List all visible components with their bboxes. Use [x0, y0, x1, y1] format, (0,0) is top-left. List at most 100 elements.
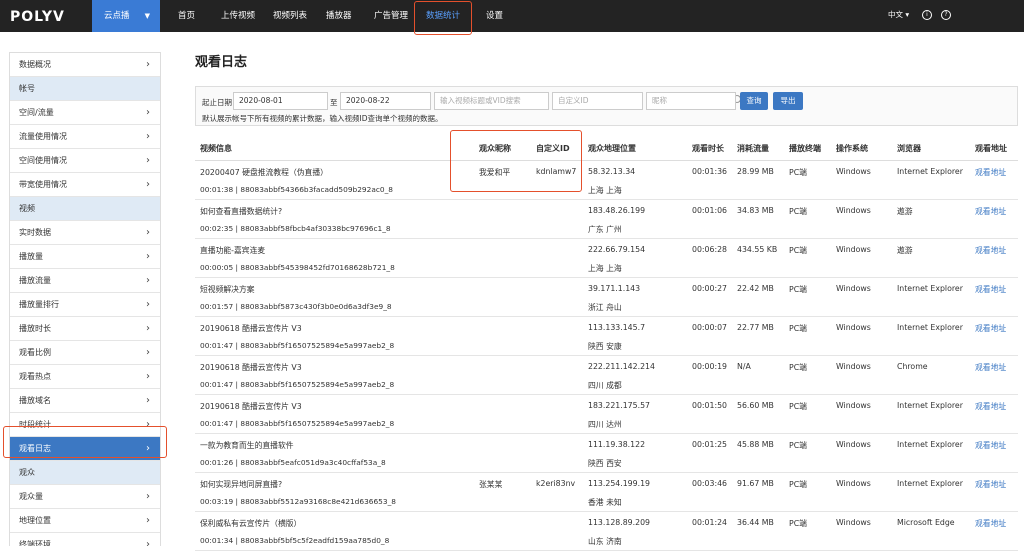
custom-id-input[interactable]: 自定义ID [552, 92, 643, 110]
sidebar-item[interactable]: 播放流量 › [10, 269, 160, 293]
table-row: 20190618 酷播云宣传片 V3 00:01:47 | 88083abbf5f… [195, 356, 1018, 395]
os: Windows [836, 245, 871, 254]
nav-player[interactable]: 播放器 [326, 0, 352, 32]
start-date-input[interactable]: 2020-08-01 [233, 92, 328, 110]
viewer-location: 陕西 西安 [588, 459, 622, 468]
watch-url-link[interactable]: 观看地址 [975, 245, 1006, 256]
col-video-info: 视频信息 [200, 144, 232, 153]
browser: 遨游 [897, 246, 913, 255]
nickname-input[interactable]: 昵称 [646, 92, 736, 110]
viewer-location: 四川 成都 [588, 381, 622, 390]
watch-duration: 00:03:46 [692, 479, 728, 488]
traffic: 434.55 KB [737, 245, 778, 254]
sidebar-item-label: 地理位置 [19, 516, 51, 525]
sidebar-item[interactable]: 地理位置 › [10, 509, 160, 533]
chevron-right-icon: › [146, 107, 150, 118]
watch-url-link[interactable]: 观看地址 [975, 167, 1006, 178]
sidebar-item[interactable]: 空间/流量 › [10, 101, 160, 125]
export-button[interactable]: 导出 [773, 92, 803, 110]
sidebar-section: 观众 [10, 461, 160, 485]
nav-home[interactable]: 首页 [178, 0, 195, 32]
date-to-label: 至 [330, 98, 338, 107]
traffic: 91.67 MB [737, 479, 774, 488]
watch-url-link[interactable]: 观看地址 [975, 284, 1006, 295]
product-switcher[interactable]: 云点播 ▼ [92, 0, 160, 32]
column-highlight-box [450, 130, 582, 192]
info-icon[interactable]: i [922, 10, 932, 20]
table-row: 一款为教育而生的直播软件 00:01:26 | 88083abbf5eafc051… [195, 434, 1018, 473]
video-meta: 00:01:57 | 88083abbf5873c430f3b0e0d6a3df… [200, 302, 392, 311]
watch-url-link[interactable]: 观看地址 [975, 440, 1006, 451]
viewer-ip: 111.19.38.122 [588, 440, 646, 449]
video-title: 如何实现异地同屏直播? [200, 480, 283, 489]
os: Windows [836, 206, 871, 215]
chevron-right-icon: › [146, 227, 150, 238]
end-date-input[interactable]: 2020-08-22 [340, 92, 431, 110]
chevron-right-icon: › [146, 251, 150, 262]
sidebar-item-label: 数据概况 [19, 60, 51, 69]
watch-duration: 00:01:36 [692, 167, 728, 176]
sidebar-item-label: 观看热点 [19, 372, 51, 381]
sidebar-item-label: 实时数据 [19, 228, 51, 237]
chevron-right-icon: › [146, 59, 150, 70]
nav-video-list[interactable]: 视频列表 [273, 0, 307, 32]
sidebar-item[interactable]: 观众量 › [10, 485, 160, 509]
sidebar-item[interactable]: 流量使用情况 › [10, 125, 160, 149]
watch-url-link[interactable]: 观看地址 [975, 518, 1006, 529]
terminal: PC端 [789, 480, 807, 489]
viewer-ip: 183.48.26.199 [588, 206, 646, 215]
video-meta: 00:01:47 | 88083abbf5f16507525894e5a997a… [200, 380, 395, 389]
browser: Internet Explorer [897, 167, 963, 176]
sidebar-item[interactable]: 观看比例 › [10, 341, 160, 365]
help-icon[interactable]: ? [941, 10, 951, 20]
chevron-right-icon: › [146, 179, 150, 190]
sidebar-item[interactable]: 数据概况 › [10, 53, 160, 77]
watch-url-link[interactable]: 观看地址 [975, 401, 1006, 412]
browser: Internet Explorer [897, 401, 963, 410]
video-title: 短视频解决方案 [200, 285, 255, 294]
query-button[interactable]: 查询 [740, 92, 768, 110]
sidebar-item-label: 播放量排行 [19, 300, 59, 309]
viewer-ip: 113.254.199.19 [588, 479, 651, 488]
watch-duration: 00:01:24 [692, 518, 728, 527]
sidebar: 数据概况 › 帐号 空间/流量 › 流量使用情况 › 空间使用情况 › 带宽使用情况 › 视频 实时数据… [9, 52, 161, 546]
video-search-input[interactable]: 输入视频标题或VID搜索 [434, 92, 549, 110]
sidebar-item[interactable]: 带宽使用情况 › [10, 173, 160, 197]
nav-upload-video[interactable]: 上传视频 [221, 0, 255, 32]
viewer-ip: 113.133.145.7 [588, 323, 646, 332]
viewer-ip: 222.211.142.214 [588, 362, 655, 371]
col-viewer-location: 观众地理位置 [588, 144, 636, 153]
sidebar-item[interactable]: 播放域名 › [10, 389, 160, 413]
sidebar-item[interactable]: 播放时长 › [10, 317, 160, 341]
watch-duration: 00:01:06 [692, 206, 728, 215]
viewer-location: 山东 济南 [588, 537, 622, 546]
sidebar-item[interactable]: 终端环境 › [10, 533, 160, 546]
watch-url-link[interactable]: 观看地址 [975, 362, 1006, 373]
watch-url-link[interactable]: 观看地址 [975, 206, 1006, 217]
viewer-location: 香港 未知 [588, 498, 622, 507]
traffic: 22.77 MB [737, 323, 774, 332]
sidebar-item[interactable]: 空间使用情况 › [10, 149, 160, 173]
sidebar-item[interactable]: 播放量 › [10, 245, 160, 269]
browser: Internet Explorer [897, 284, 963, 293]
viewer-location: 陕西 安康 [588, 342, 622, 351]
sidebar-item-label: 空间/流量 [19, 108, 54, 117]
watch-url-link[interactable]: 观看地址 [975, 323, 1006, 334]
chevron-right-icon: › [146, 371, 150, 382]
watch-url-link[interactable]: 观看地址 [975, 479, 1006, 490]
sidebar-item[interactable]: 播放量排行 › [10, 293, 160, 317]
polyv-logo[interactable]: POLYV [10, 9, 65, 25]
sidebar-item[interactable]: 实时数据 › [10, 221, 160, 245]
video-title: 一款为教育而生的直播软件 [200, 441, 294, 450]
viewer-location: 上海 上海 [588, 264, 622, 273]
language-selector[interactable]: 中文 ▾ [888, 0, 909, 30]
video-meta: 00:01:47 | 88083abbf5f16507525894e5a997a… [200, 419, 395, 428]
video-title: 保利威私有云宣传片（横版） [200, 519, 302, 528]
nav-settings[interactable]: 设置 [486, 0, 503, 32]
viewer-location: 四川 达州 [588, 420, 622, 429]
nav-ad-management[interactable]: 广告管理 [374, 0, 408, 32]
browser: Internet Explorer [897, 323, 963, 332]
sidebar-item-label: 流量使用情况 [19, 132, 67, 141]
sidebar-item[interactable]: 观看热点 › [10, 365, 160, 389]
top-navbar: POLYV 云点播 ▼ 首页 上传视频 视频列表 播放器 广告管理 数据统计 设… [0, 0, 1024, 32]
